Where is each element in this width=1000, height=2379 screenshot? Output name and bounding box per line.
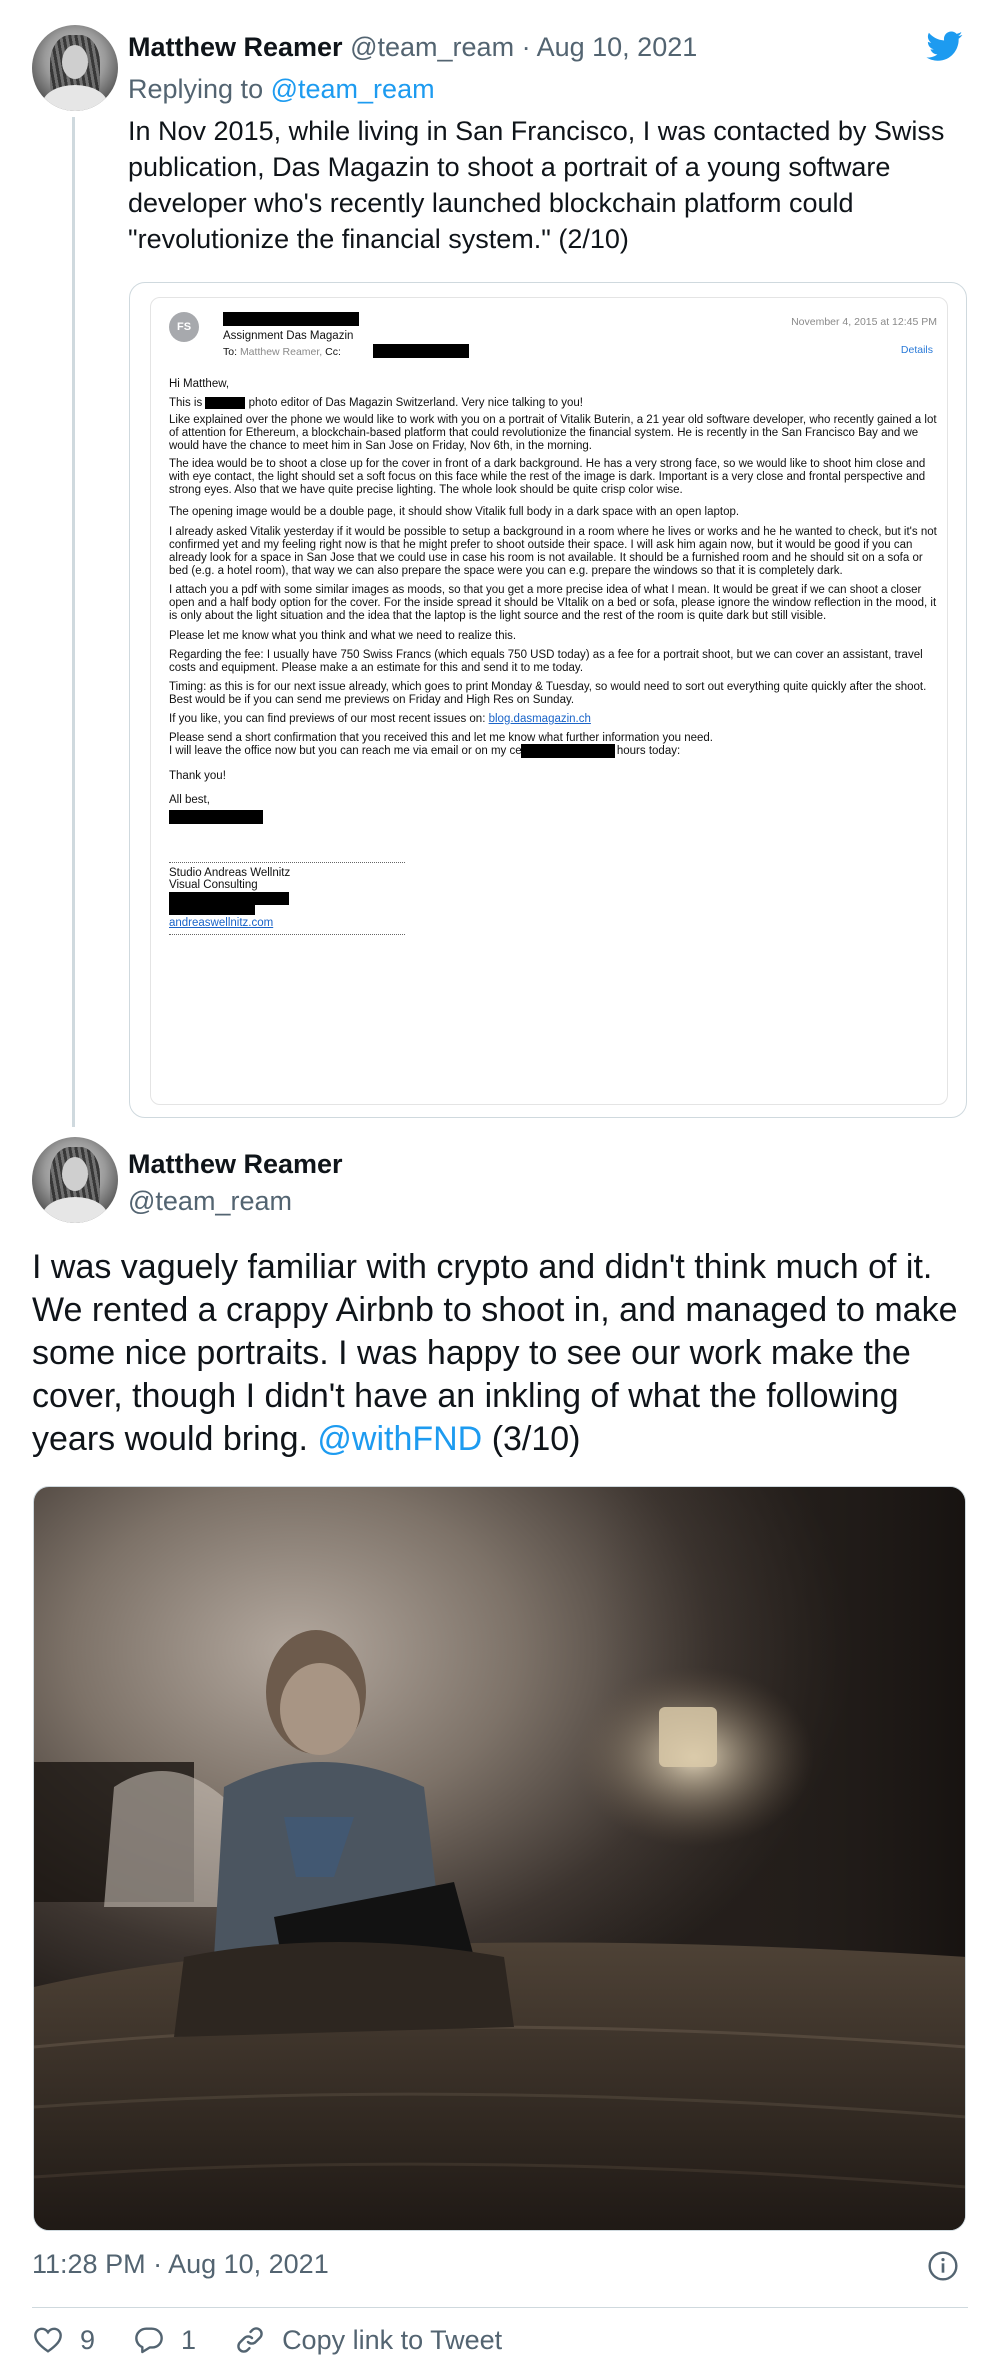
para4: I already asked Vitalik yesterday if it … xyxy=(169,526,937,577)
action-bar: 9 1 Copy link to Tweet xyxy=(32,2318,540,2362)
sign-off: All best, xyxy=(169,794,210,806)
twitter-bird-icon[interactable] xyxy=(924,28,966,64)
display-name[interactable]: Matthew Reamer xyxy=(128,1149,343,1179)
sig-divider-top xyxy=(169,862,405,863)
para9: If you like, you can find previews of ou… xyxy=(169,713,939,726)
sender-avatar: FS xyxy=(169,312,199,342)
redacted-signature xyxy=(169,810,263,824)
sig-divider-bottom xyxy=(169,934,405,935)
para1: Like explained over the phone we would l… xyxy=(169,414,937,452)
heart-icon xyxy=(34,2327,62,2353)
link-icon xyxy=(237,2327,263,2353)
handle[interactable]: @team_ream xyxy=(128,1186,292,1216)
greeting: Hi Matthew, xyxy=(169,378,230,390)
para6: Please let me know what you think and wh… xyxy=(169,630,517,642)
like-button[interactable]: 9 xyxy=(32,2324,95,2356)
like-count: 9 xyxy=(80,2324,96,2355)
info-icon[interactable] xyxy=(927,2250,959,2282)
cc-label: Cc: xyxy=(325,346,341,358)
para2: The idea would be to shoot a close up fo… xyxy=(169,458,926,496)
copy-link-label: Copy link to Tweet xyxy=(282,2324,503,2355)
reply-count: 1 xyxy=(181,2324,197,2355)
email-to: To: Matthew Reamer, Cc: xyxy=(223,346,341,359)
para7: Regarding the fee: I usually have 750 Sw… xyxy=(169,649,923,674)
handle[interactable]: @team_ream xyxy=(350,32,514,62)
mention-link[interactable]: @withFND xyxy=(317,1420,482,1458)
replying-prefix: Replying to xyxy=(128,74,264,104)
to-label: To: xyxy=(223,346,238,358)
para3: The opening image would be a double page… xyxy=(169,506,740,518)
details-link[interactable]: Details xyxy=(747,344,933,357)
para5: I attach you a pdf with some similar ima… xyxy=(169,584,937,622)
reply-icon xyxy=(135,2327,163,2354)
email-image[interactable]: FS Assignment Das Magazin To: Matthew Re… xyxy=(129,282,967,1118)
separator: · xyxy=(521,32,531,62)
email-inner: FS Assignment Das Magazin To: Matthew Re… xyxy=(150,297,948,1105)
tweet-date[interactable]: Aug 10, 2021 xyxy=(537,32,698,62)
to-value: Matthew Reamer, xyxy=(239,346,323,358)
para9-prefix: If you like, you can find previews of ou… xyxy=(169,713,486,725)
thanks: Thank you! xyxy=(169,770,226,782)
intro-prefix: This is xyxy=(169,397,203,410)
redacted-sender xyxy=(223,312,359,326)
tweet2-handle-row: @team_ream xyxy=(128,1184,292,1218)
tweet-text: I was vaguely familiar with crypto and d… xyxy=(32,1246,978,1461)
tweet-timestamp[interactable]: 11:28 PM · Aug 10, 2021 xyxy=(32,2249,329,2280)
photo-scene xyxy=(34,1487,965,2230)
copy-link-button[interactable]: Copy link to Tweet xyxy=(234,2324,502,2356)
replying-to: Replying to @team_ream xyxy=(128,72,435,106)
thread-line xyxy=(72,117,75,1127)
tweet-photo[interactable] xyxy=(33,1486,966,2231)
tweet-text: In Nov 2015, while living in San Francis… xyxy=(128,116,945,254)
para8: Timing: as this is for our next issue al… xyxy=(169,681,927,706)
intro-line: This is photo editor of Das Magazin Swit… xyxy=(169,397,583,410)
redacted-name xyxy=(205,397,246,409)
avatar-face xyxy=(62,1157,88,1191)
sig-link[interactable]: andreaswellnitz.com xyxy=(169,917,273,930)
blog-link[interactable]: blog.dasmagazin.ch xyxy=(489,713,591,725)
email-date: November 4, 2015 at 12:45 PM xyxy=(791,316,937,328)
redacted-address2 xyxy=(169,903,255,915)
avatar[interactable] xyxy=(32,25,118,111)
intro-suffix: photo editor of Das Magazin Switzerland.… xyxy=(248,397,583,410)
sig-role: Visual Consulting xyxy=(169,879,258,891)
redacted-cc xyxy=(373,344,469,358)
divider xyxy=(32,2307,968,2308)
tweet1-header: Matthew Reamer @team_ream · Aug 10, 2021 xyxy=(128,30,697,64)
avatar[interactable] xyxy=(32,1137,118,1223)
replying-handle[interactable]: @team_ream xyxy=(271,74,435,104)
reply-button[interactable]: 1 xyxy=(133,2324,196,2356)
tweet2-name: Matthew Reamer xyxy=(128,1147,343,1181)
tweet-text-suffix: (3/10) xyxy=(491,1420,581,1458)
display-name[interactable]: Matthew Reamer xyxy=(128,32,343,62)
email-subject: Assignment Das Magazin xyxy=(223,330,354,342)
avatar-face xyxy=(62,45,88,79)
redacted-phone xyxy=(521,744,615,758)
